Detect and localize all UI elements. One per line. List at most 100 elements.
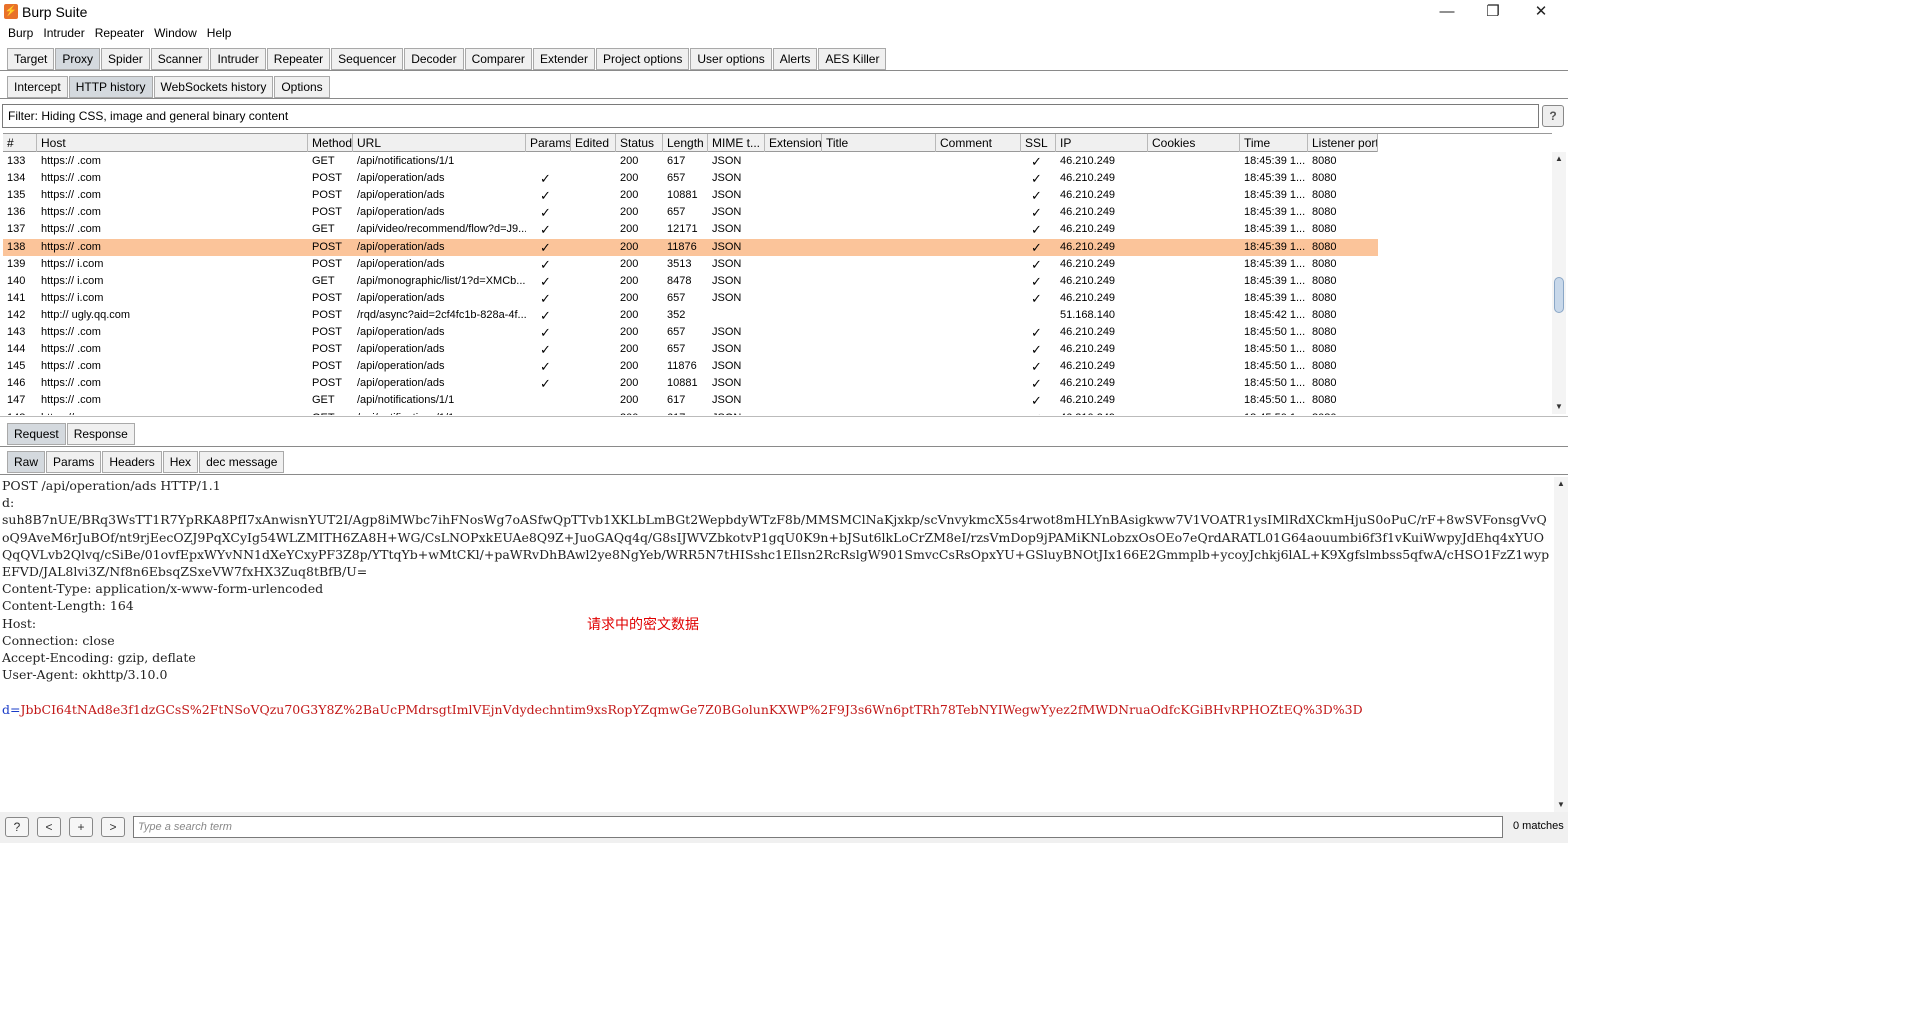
tab-project-options[interactable]: Project options [595, 48, 690, 70]
time-cell: 18:45:39 1... [1244, 291, 1306, 304]
tab-options[interactable]: Options [274, 76, 330, 98]
menu-intruder[interactable]: Intruder [43, 26, 84, 40]
params-check-icon: ✓ [540, 273, 551, 289]
num-cell: 144 [7, 343, 26, 356]
column-header-comment[interactable]: Comment [936, 134, 1021, 152]
close-icon[interactable]: ✕ [1526, 2, 1556, 22]
tab-request[interactable]: Request [7, 423, 66, 445]
add-button[interactable]: + [69, 817, 93, 837]
ip-cell: 46.210.249 [1060, 206, 1116, 219]
table-row[interactable]: 133 https:// .com GET/api/notifications/1/… [3, 153, 1378, 170]
tab-scanner[interactable]: Scanner [150, 48, 210, 70]
tab-hex[interactable]: Hex [162, 451, 199, 473]
table-row[interactable]: 139 https:// i.com POST/api/operation/ads ✓… [3, 256, 1378, 273]
tab-proxy[interactable]: Proxy [55, 48, 101, 70]
scroll-down-icon[interactable]: ▼ [1555, 402, 1563, 411]
tab-target[interactable]: Target [7, 48, 55, 70]
next-button[interactable]: > [101, 817, 125, 837]
column-header-edited[interactable]: Edited [571, 134, 616, 152]
column-header-method[interactable]: Method [308, 134, 353, 152]
column-header-num[interactable]: # [3, 134, 37, 152]
search-input[interactable]: Type a search term [133, 816, 1503, 838]
tab-repeater[interactable]: Repeater [266, 48, 331, 70]
table-row[interactable]: 146 https:// .com POST/api/operation/ads ✓ 2… [3, 375, 1378, 392]
ip-cell: 46.210.249 [1056, 410, 1148, 416]
table-row[interactable]: 136 https:// .com POST/api/operation/ads ✓ 2… [3, 204, 1378, 221]
table-row[interactable]: 145 https:// .com POST/api/operation/ads ✓ 2… [3, 358, 1378, 375]
column-header-listener-port[interactable]: Listener port [1308, 134, 1378, 152]
scroll-thumb[interactable] [1554, 277, 1564, 313]
table-row[interactable]: 148https:// .comGET/api/notifications/1/… [3, 410, 1378, 416]
column-header-mime-t[interactable]: MIME t... [708, 134, 765, 152]
status-cell: 200 [620, 343, 639, 356]
tab-comparer[interactable]: Comparer [464, 48, 532, 70]
column-header-host[interactable]: Host [37, 134, 308, 152]
table-row[interactable]: 134 https:// .com POST/api/operation/ads ✓ 2… [3, 170, 1378, 187]
table-row[interactable]: 142 http:// ugly.qq.com POST/rqd/async?aid… [3, 307, 1378, 324]
method-cell: POST [312, 189, 342, 202]
host-cell: https:// .com [41, 394, 101, 407]
splitter[interactable] [0, 416, 1568, 417]
table-row[interactable]: 138 https:// .com POST/api/operation/ads ✓ 2… [3, 238, 1378, 256]
ssl-check-icon: ✓ [1031, 188, 1042, 204]
editor-scrollbar[interactable]: ▲ ▼ [1554, 477, 1568, 812]
column-header-extension[interactable]: Extension [765, 134, 822, 152]
column-header-url[interactable]: URL [353, 134, 526, 152]
table-row[interactable]: 143 https:// .com POST/api/operation/ads ✓ 2… [3, 324, 1378, 341]
tab-dec-message[interactable]: dec message [199, 451, 285, 473]
scroll-down-icon[interactable]: ▼ [1557, 800, 1565, 809]
status-cell: 200 [620, 206, 639, 219]
table-row[interactable]: 141 https:// i.com POST/api/operation/ads ✓… [3, 290, 1378, 307]
column-header-status[interactable]: Status [616, 134, 663, 152]
tab-aes-killer[interactable]: AES Killer [818, 48, 887, 70]
tab-headers[interactable]: Headers [102, 451, 162, 473]
table-row[interactable]: 147 https:// .com GET/api/notifications/1/… [3, 392, 1378, 409]
help-icon[interactable]: ? [1542, 105, 1564, 127]
column-header-cookies[interactable]: Cookies [1148, 134, 1240, 152]
menu-window[interactable]: Window [154, 26, 197, 40]
proxy-tab-bar: Intercept HTTP history WebSockets history O… [7, 76, 331, 99]
tab-spider[interactable]: Spider [101, 48, 150, 70]
scroll-up-icon[interactable]: ▲ [1557, 479, 1565, 488]
restore-icon[interactable]: ❐ [1478, 2, 1508, 22]
table-scrollbar[interactable]: ▲ ▼ [1552, 152, 1566, 414]
table-row[interactable]: 144 https:// .com POST/api/operation/ads ✓ 2… [3, 341, 1378, 358]
url-cell: /api/operation/ads [357, 257, 445, 270]
tab-alerts[interactable]: Alerts [772, 48, 818, 70]
column-header-ip[interactable]: IP [1056, 134, 1148, 152]
column-header-title[interactable]: Title [822, 134, 936, 152]
previous-button[interactable]: < [37, 817, 61, 837]
body-value: JbbCI64tNAd8e3f1dzGCsS%2FtNSoVQzu70G3Y8Z… [20, 701, 1363, 717]
tab-decoder[interactable]: Decoder [404, 48, 464, 70]
tab-http-history[interactable]: HTTP history [68, 76, 153, 98]
tab-intercept[interactable]: Intercept [7, 76, 68, 98]
menu-help[interactable]: Help [207, 26, 232, 40]
tab-params[interactable]: Params [46, 451, 102, 473]
minimize-icon[interactable]: — [1432, 2, 1462, 22]
table-row[interactable]: 137 https:// .com GET/api/video/recommend/… [3, 221, 1378, 238]
tab-response[interactable]: Response [66, 423, 135, 445]
ssl-check-icon: ✓ [1031, 273, 1042, 289]
menu-burp[interactable]: Burp [8, 26, 33, 40]
host-cell: https:// .com [41, 360, 101, 373]
tab-intruder[interactable]: Intruder [210, 48, 266, 70]
tab-raw[interactable]: Raw [7, 451, 46, 473]
tab-extender[interactable]: Extender [532, 48, 595, 70]
params-check-icon: ✓ [540, 239, 551, 255]
tab-sequencer[interactable]: Sequencer [331, 48, 404, 70]
column-header-params[interactable]: Params [526, 134, 571, 152]
column-header-time[interactable]: Time [1240, 134, 1308, 152]
scroll-up-icon[interactable]: ▲ [1555, 154, 1563, 163]
num-cell: 146 [7, 377, 26, 390]
menu-repeater[interactable]: Repeater [95, 26, 144, 40]
table-row[interactable]: 135 https:// .com POST/api/operation/ads ✓ 2… [3, 187, 1378, 204]
request-editor[interactable]: POST /api/operation/ads HTTP/1.1 d: suh8… [0, 477, 1554, 812]
column-header-length[interactable]: Length [663, 134, 708, 152]
table-row[interactable]: 140 https:// i.com GET/api/monographic/lis… [3, 273, 1378, 290]
filter-bar[interactable]: Filter: Hiding CSS, image and general bi… [2, 104, 1539, 128]
tab-user-options[interactable]: User options [690, 48, 772, 70]
column-header-ssl[interactable]: SSL [1021, 134, 1056, 152]
help-button[interactable]: ? [5, 817, 29, 837]
url-cell: /api/operation/ads [357, 206, 445, 219]
tab-websockets-history[interactable]: WebSockets history [153, 76, 274, 98]
